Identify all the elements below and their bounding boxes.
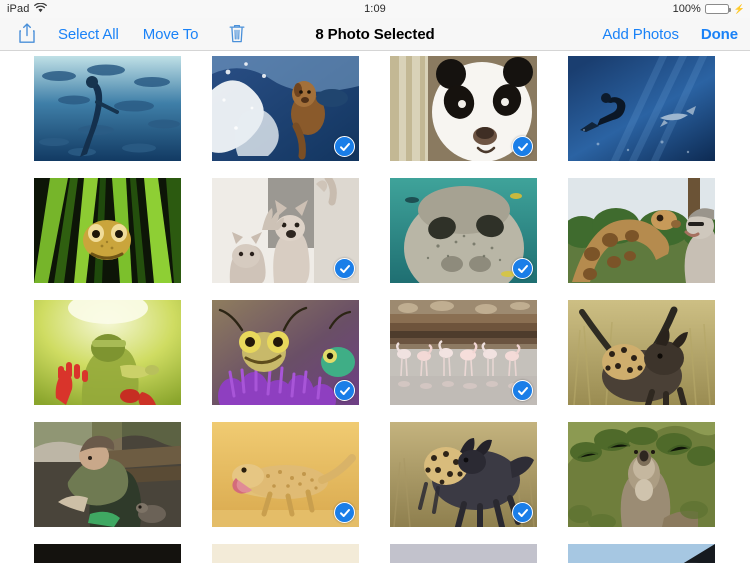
photo-thumbnail[interactable] xyxy=(568,300,715,405)
photo-thumbnail[interactable] xyxy=(34,56,181,161)
photo-cell[interactable] xyxy=(34,178,181,283)
photo-thumbnail[interactable] xyxy=(212,544,359,563)
photo-cell[interactable] xyxy=(568,178,715,283)
battery-icon xyxy=(704,4,731,14)
photo-thumbnail[interactable] xyxy=(212,422,359,527)
selection-checkmark-icon[interactable] xyxy=(334,258,355,279)
selection-checkmark-icon[interactable] xyxy=(334,380,355,401)
photo-cell[interactable] xyxy=(212,544,359,563)
photo-thumbnail[interactable] xyxy=(34,300,181,405)
photo-thumbnail[interactable] xyxy=(568,422,715,527)
selection-checkmark-icon[interactable] xyxy=(512,258,533,279)
selection-checkmark-icon[interactable] xyxy=(512,136,533,157)
photo-cell[interactable] xyxy=(212,178,359,283)
photo-thumbnail[interactable] xyxy=(34,178,181,283)
selection-checkmark-icon[interactable] xyxy=(512,380,533,401)
battery-percent: 100% xyxy=(672,3,701,15)
photo-thumbnail[interactable] xyxy=(568,178,715,283)
toolbar-right-group: Add Photos Done xyxy=(602,18,738,51)
toolbar: Select All Move To 8 Photo Selected Add … xyxy=(0,18,750,51)
photo-cell[interactable] xyxy=(34,422,181,527)
photo-thumbnail[interactable] xyxy=(390,300,537,405)
charging-bolt-icon: ⚡ xyxy=(733,3,745,14)
photo-cell[interactable] xyxy=(390,544,537,563)
selection-checkmark-icon[interactable] xyxy=(334,136,355,157)
photo-thumbnail[interactable] xyxy=(390,544,537,563)
status-bar-clock: 1:09 xyxy=(364,3,386,15)
photo-thumbnail[interactable] xyxy=(34,422,181,527)
photo-cell[interactable] xyxy=(568,56,715,161)
photo-thumbnail[interactable] xyxy=(212,178,359,283)
status-bar: iPad 1:09 100% ⚡ xyxy=(0,0,750,18)
photo-thumbnail[interactable] xyxy=(212,56,359,161)
selection-checkmark-icon[interactable] xyxy=(512,502,533,523)
photo-cell[interactable] xyxy=(34,56,181,161)
status-bar-right: 100% ⚡ xyxy=(673,3,745,15)
photo-cell[interactable] xyxy=(212,300,359,405)
photo-thumbnail[interactable] xyxy=(390,56,537,161)
photo-thumbnail[interactable] xyxy=(568,544,715,563)
done-button[interactable]: Done xyxy=(701,24,738,45)
photo-cell[interactable] xyxy=(390,422,537,527)
photo-cell[interactable] xyxy=(390,178,537,283)
photo-thumbnail[interactable] xyxy=(212,300,359,405)
photo-cell[interactable] xyxy=(568,300,715,405)
photo-cell[interactable] xyxy=(390,300,537,405)
photo-thumbnail[interactable] xyxy=(390,422,537,527)
add-photos-button[interactable]: Add Photos xyxy=(602,24,679,45)
photo-cell[interactable] xyxy=(212,422,359,527)
photo-cell[interactable] xyxy=(390,56,537,161)
selection-checkmark-icon[interactable] xyxy=(334,502,355,523)
photo-thumbnail[interactable] xyxy=(34,544,181,563)
photo-thumbnail[interactable] xyxy=(390,178,537,283)
photo-grid[interactable] xyxy=(0,51,750,563)
photo-thumbnail[interactable] xyxy=(568,56,715,161)
photo-cell[interactable] xyxy=(568,422,715,527)
photo-cell[interactable] xyxy=(568,544,715,563)
photo-cell[interactable] xyxy=(34,544,181,563)
photo-cell[interactable] xyxy=(212,56,359,161)
photo-cell[interactable] xyxy=(34,300,181,405)
